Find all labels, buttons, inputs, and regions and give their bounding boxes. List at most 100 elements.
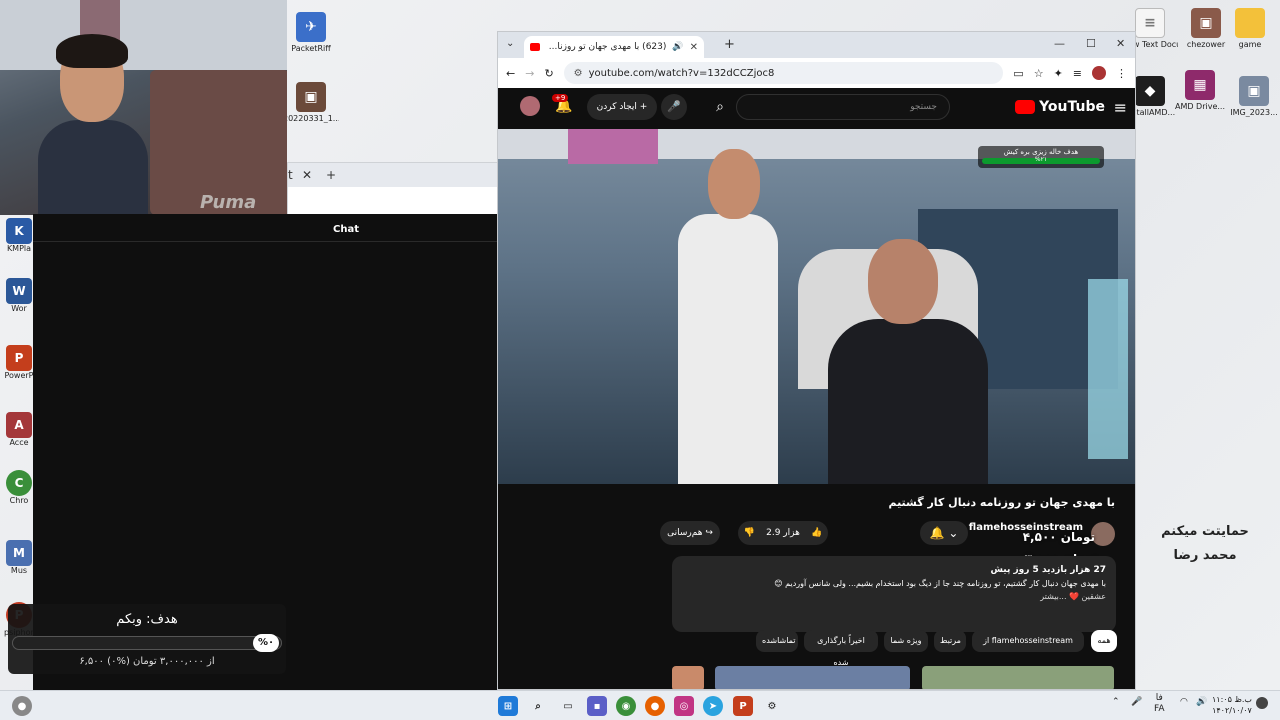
task-view-icon[interactable]: ▭ [558,696,578,716]
voice-search-icon[interactable]: 🎤 [661,94,687,120]
close-tab-icon[interactable]: ✕ [302,168,312,182]
tab-search-icon[interactable]: ⌄ [506,38,514,49]
address-bar[interactable]: ⚙ youtube.com/watch?v=132dCCZjoc8 [563,62,1004,84]
description-text: با مهدی جهان دنبال کار گشتیم، تو روزنامه… [774,579,1106,588]
show-more-link[interactable]: عشقین ❤️ ...بیشتر [682,590,1106,603]
desktop-icon-powerpoint[interactable]: P PowerP [4,345,34,380]
taskbar: ● ⊞ ⌕ ▭ ▪ ◉ ● ◎ ➤ P ⚙ ⌃ 🎤 فا FA ◠ 🔊 ۱۱:۰… [0,690,1280,720]
weather-icon[interactable]: ● [12,696,32,716]
maximize-icon[interactable]: ☐ [1086,37,1096,50]
desktop-icon-word[interactable]: W Wor [4,278,34,313]
like-count: 2.9 هزار [766,528,800,538]
close-tab-icon[interactable]: ✕ [690,42,698,53]
image-icon: ▣ [296,82,326,112]
share-button[interactable]: هم‌رسانی ↪ [660,521,720,545]
desktop-icon-label: KMPla [6,244,32,253]
folder-icon [1235,8,1265,38]
goal-percent-badge: %۰ [253,634,279,652]
new-tab-icon[interactable]: + [326,168,336,182]
search-input[interactable]: جستجو [736,94,950,120]
tray-overflow-icon[interactable]: ⌃ [1112,697,1120,707]
like-icon[interactable]: 👍 [811,528,822,538]
like-dislike-button[interactable]: 👎 2.9 هزار 👍 [738,521,828,545]
powerpoint-icon: P [6,345,32,371]
thumbnail[interactable] [715,666,910,689]
video-description[interactable]: 27 هزار بازدید 5 روز پیش با مهدی جهان دن… [672,556,1116,632]
overlay-bar: %۲۱ [982,156,1100,164]
teams-icon[interactable]: ▪ [587,696,607,716]
volume-icon[interactable]: 🔊 [1196,697,1207,707]
overlay-title: هدف خاله زیزی بره کیش [1003,148,1079,156]
site-info-icon[interactable]: ⚙ [574,68,583,79]
word-icon: W [6,278,32,304]
chip-related[interactable]: مرتبط [934,630,966,652]
chip-recently-uploaded[interactable]: اخیراً بارگذاری شده [804,630,878,667]
desktop-icon-photo[interactable]: ▣ 20220331_1... [283,82,339,123]
new-tab-icon[interactable]: + [724,37,735,52]
desktop-icon-kmplayer[interactable]: K KMPla [4,218,34,253]
close-window-icon[interactable]: ✕ [1116,37,1125,50]
desktop-icon-label: PowerP [4,371,34,380]
notification-center-icon[interactable] [1256,697,1268,709]
instagram-icon[interactable]: ◎ [674,696,694,716]
desktop-icon-amd-driver[interactable]: ▦ AMD Drive... [1172,70,1228,111]
kebab-menu-icon[interactable]: ⋮ [1116,67,1127,80]
account-avatar[interactable] [520,96,540,116]
telegram-icon[interactable]: ➤ [703,696,723,716]
create-button[interactable]: ایجاد کردن + [587,94,657,120]
view-stats: 27 هزار بازدید 5 روز پیش [990,565,1106,575]
desktop-icon-img[interactable]: ▣ IMG_2023... [1226,76,1280,117]
image-icon: ▣ [1191,8,1221,38]
youtube-tab[interactable]: ✕ 🔊 (623) با مهدی جهان تو روزنا... [524,36,704,58]
desktop-icon-label: AMD Drive... [1174,102,1226,111]
video-goal-overlay: هدف خاله زیزی بره کیش %۲۱ [978,146,1104,168]
caption-line-1: حمایتت میکنم [1161,524,1249,539]
minimize-icon[interactable]: — [1054,37,1065,50]
tab-fragment[interactable]: t [288,168,293,182]
desktop-icon-packetriff[interactable]: ✈ PacketRiff [283,12,339,53]
microphone-icon[interactable]: 🎤 [1131,697,1142,707]
webcam-person [38,34,148,215]
chip-watched[interactable]: تماشاشده [756,630,798,652]
wifi-icon[interactable]: ◠ [1180,697,1188,707]
bookmark-star-icon[interactable]: ☆ [1034,67,1044,80]
chip-all[interactable]: همه [1091,630,1117,652]
settings-gear-icon[interactable]: ⚙ [762,696,782,716]
thumbnail[interactable] [672,666,704,689]
desktop-icon-music[interactable]: M Mus [4,540,34,575]
desktop-icon-label: Acce [9,438,29,447]
search-icon[interactable]: ⌕ [705,94,735,120]
extensions-icon[interactable]: ✦ [1054,67,1063,80]
reload-icon[interactable]: ↻ [544,67,553,80]
goal-subtitle: ۶,۵۰۰ از ۳,۰۰۰,۰۰۰ تومان (%۰) [79,656,215,667]
chip-for-you[interactable]: ویژه شما [884,630,928,652]
search-icon[interactable]: ⌕ [528,696,548,716]
desktop-icon-game-folder[interactable]: game [1222,8,1278,49]
chip-from-channel[interactable]: از flamehosseinstream [972,630,1084,652]
hamburger-menu-icon[interactable]: ≡ [1114,98,1127,117]
desktop-icon-access[interactable]: A Acce [4,412,34,447]
back-icon[interactable]: ← [506,67,515,80]
subscribed-bell-button[interactable]: 🔔 ⌄ [920,521,968,545]
profile-avatar-icon[interactable] [1092,66,1106,80]
notifications-badge: +9 [552,94,569,102]
powerpoint-icon[interactable]: P [733,696,753,716]
logo-text: YouTube [1039,99,1105,115]
firefox-icon[interactable]: ● [645,696,665,716]
forward-icon[interactable]: → [525,67,534,80]
related-filter-chips: همه از flamehosseinstream مرتبط ویژه شما… [498,630,1135,667]
clock[interactable]: ۱۱:۰۵ ب.ظ ۱۴۰۲/۱۰/۰۷ [1212,694,1252,716]
video-player[interactable]: هدف خاله زیزی بره کیش %۲۱ [498,129,1135,484]
dislike-icon[interactable]: 👎 [744,528,755,538]
chrome-icon[interactable]: ◉ [616,696,636,716]
desktop-icon-chrome[interactable]: C Chro [4,470,34,505]
language-indicator[interactable]: فا FA [1154,693,1165,715]
thumbnail[interactable] [922,666,1114,689]
youtube-logo[interactable]: YouTube [1015,99,1105,115]
cast-icon[interactable]: ▭ [1013,67,1023,80]
desktop-icon-label: IMG_2023... [1230,108,1278,117]
clock-date: ۱۴۰۲/۱۰/۰۷ [1212,706,1252,715]
start-icon[interactable]: ⊞ [498,696,518,716]
media-queue-icon[interactable]: ≡ [1073,67,1082,80]
audio-icon[interactable]: 🔊 [672,42,683,52]
